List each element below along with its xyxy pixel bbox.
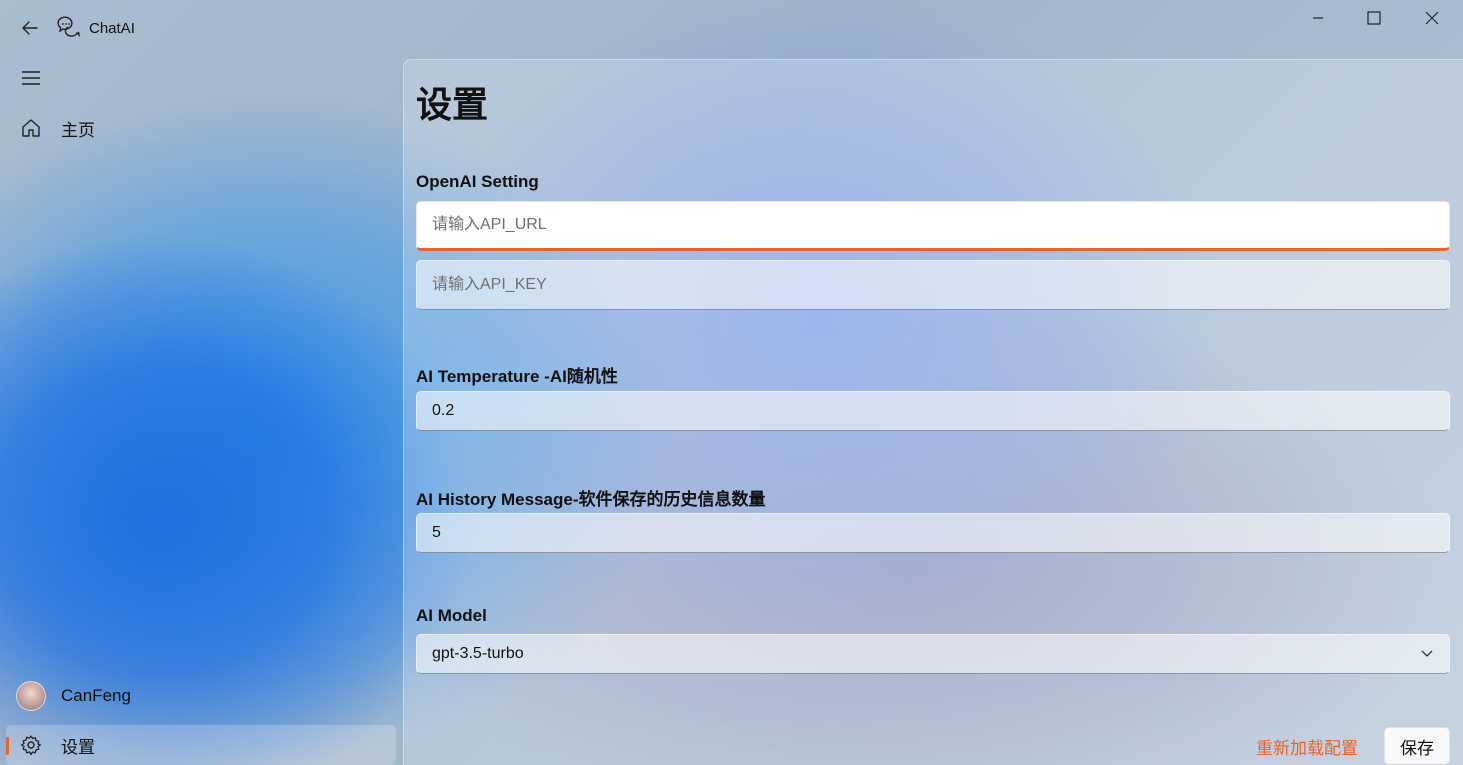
save-button[interactable]: 保存 bbox=[1384, 727, 1450, 765]
api-url-input[interactable] bbox=[416, 201, 1450, 251]
temperature-label: AI Temperature -AI随机性 bbox=[416, 367, 618, 386]
app-title: ChatAI bbox=[89, 20, 135, 37]
openai-setting-label: OpenAI Setting bbox=[416, 172, 539, 191]
ai-model-selected-value: gpt-3.5-turbo bbox=[432, 645, 524, 662]
chevron-down-icon bbox=[1420, 647, 1434, 661]
home-icon bbox=[6, 117, 56, 139]
reload-config-button[interactable]: 重新加载配置 bbox=[1256, 734, 1358, 759]
close-button[interactable] bbox=[1404, 0, 1460, 36]
nav-menu-toggle[interactable] bbox=[14, 62, 48, 94]
ai-model-label: AI Model bbox=[416, 606, 487, 625]
history-message-label: AI History Message-软件保存的历史信息数量 bbox=[416, 490, 766, 509]
temperature-input[interactable] bbox=[416, 391, 1450, 431]
nav-item-settings-label: 设置 bbox=[61, 737, 95, 757]
page-title: 设置 bbox=[416, 84, 489, 125]
avatar bbox=[16, 681, 46, 711]
settings-page: 设置 OpenAI Setting AI Temperature -AI随机性 … bbox=[403, 59, 1463, 765]
back-button[interactable] bbox=[14, 12, 46, 44]
nav-item-user[interactable]: CanFeng bbox=[6, 676, 396, 716]
nav-item-user-label: CanFeng bbox=[61, 686, 131, 705]
nav-item-home-label: 主页 bbox=[61, 120, 95, 140]
api-key-input[interactable] bbox=[416, 260, 1450, 310]
hamburger-icon bbox=[22, 71, 40, 85]
minimize-button[interactable] bbox=[1290, 0, 1346, 36]
gear-icon bbox=[6, 734, 56, 756]
maximize-button[interactable] bbox=[1346, 0, 1402, 36]
title-bar: ChatAI bbox=[0, 0, 1463, 56]
history-message-input[interactable] bbox=[416, 513, 1450, 553]
nav-item-home[interactable]: 主页 bbox=[6, 108, 396, 148]
nav-item-settings[interactable]: 设置 bbox=[6, 725, 396, 765]
selection-indicator bbox=[6, 737, 9, 755]
maximize-icon bbox=[1367, 11, 1381, 25]
back-arrow-icon bbox=[22, 21, 38, 35]
ai-model-select[interactable]: gpt-3.5-turbo bbox=[416, 634, 1450, 674]
close-icon bbox=[1425, 11, 1439, 25]
minimize-icon bbox=[1313, 17, 1323, 19]
chat-bubbles-icon bbox=[56, 15, 82, 41]
avatar-wrapper bbox=[6, 681, 56, 711]
